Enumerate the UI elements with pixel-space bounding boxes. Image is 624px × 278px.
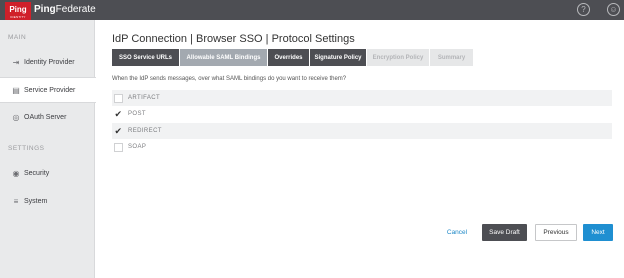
binding-option-artifact[interactable]: ARTIFACT <box>112 90 612 106</box>
help-icon[interactable]: ? <box>577 3 590 16</box>
sidebar-item-system[interactable]: ≡ System <box>0 188 95 214</box>
next-button[interactable]: Next <box>583 224 613 241</box>
redirect-checkbox[interactable]: ✔ <box>114 126 123 136</box>
binding-option-soap[interactable]: SOAP <box>112 139 612 155</box>
post-checkbox[interactable]: ✔ <box>114 109 123 119</box>
top-bar: Ping IDENTITY PingFederate ? ☺ <box>0 0 624 20</box>
binding-label: REDIRECT <box>128 128 162 134</box>
sidebar-item-service-provider[interactable]: ▤ Service Provider <box>0 77 102 103</box>
save-draft-button[interactable]: Save Draft <box>482 224 527 241</box>
sidebar-item-label: OAuth Server <box>24 113 67 121</box>
sidebar-item-label: Identity Provider <box>24 58 75 66</box>
bindings-question: When the IdP sends messages, over what S… <box>112 76 347 82</box>
main-content: IdP Connection | Browser SSO | Protocol … <box>96 20 624 278</box>
logo-text: Ping <box>9 5 27 14</box>
tab-sso-service-urls[interactable]: SSO Service URLs <box>112 49 179 66</box>
sidebar-heading-main: MAIN <box>8 34 27 41</box>
sidebar-heading-settings: SETTINGS <box>8 145 45 152</box>
tab-summary: Summary <box>430 49 473 66</box>
binding-label: POST <box>128 111 146 117</box>
binding-label: SOAP <box>128 144 147 150</box>
binding-option-post[interactable]: ✔ POST <box>112 106 612 122</box>
cancel-button[interactable]: Cancel <box>441 224 473 241</box>
tab-encryption-policy: Encryption Policy <box>367 49 429 66</box>
binding-label: ARTIFACT <box>128 95 161 101</box>
brand-light: Federate <box>55 4 96 15</box>
product-name: PingFederate <box>34 4 96 15</box>
soap-checkbox[interactable] <box>114 142 123 152</box>
shield-icon: ◉ <box>12 168 20 178</box>
oauth-icon: ◎ <box>12 112 20 122</box>
binding-option-redirect[interactable]: ✔ REDIRECT <box>112 123 612 139</box>
tab-signature-policy[interactable]: Signature Policy <box>310 49 366 66</box>
tab-overrides[interactable]: Overrides <box>268 49 309 66</box>
wizard-tabs: SSO Service URLs Allowable SAML Bindings… <box>112 49 473 66</box>
sign-in-icon: ⇥ <box>12 57 20 67</box>
page-title: IdP Connection | Browser SSO | Protocol … <box>112 33 355 45</box>
user-icon[interactable]: ☺ <box>607 3 620 16</box>
tab-allowable-saml-bindings[interactable]: Allowable SAML Bindings <box>180 49 267 66</box>
artifact-checkbox[interactable] <box>114 93 123 103</box>
sidebar-item-label: System <box>24 197 48 205</box>
logo-subtext: IDENTITY <box>10 15 26 19</box>
server-icon: ▤ <box>12 85 20 95</box>
sidebar: MAIN ⇥ Identity Provider ▤ Service Provi… <box>0 20 102 278</box>
sliders-icon: ≡ <box>13 196 19 206</box>
previous-button[interactable]: Previous <box>535 224 577 241</box>
ping-logo[interactable]: Ping IDENTITY <box>5 2 31 20</box>
sidebar-item-identity-provider[interactable]: ⇥ Identity Provider <box>0 49 95 75</box>
brand-bold: Ping <box>34 4 56 15</box>
sidebar-item-label: Service Provider <box>24 86 76 94</box>
sidebar-item-security[interactable]: ◉ Security <box>0 160 95 186</box>
sidebar-item-label: Security <box>24 169 50 177</box>
sidebar-item-oauth-server[interactable]: ◎ OAuth Server <box>0 104 95 130</box>
